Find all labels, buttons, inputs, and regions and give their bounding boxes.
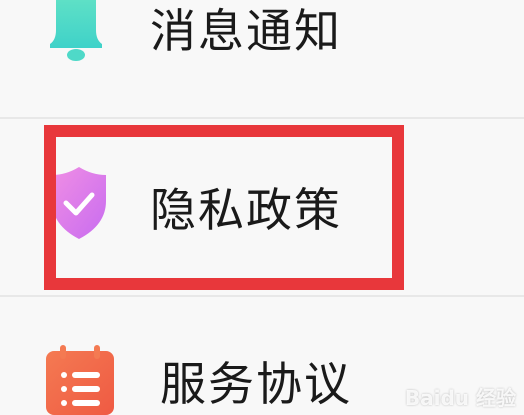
settings-menu-page: 消息通知 隐私政策 服务协议 Baidu 经验 — [0, 0, 524, 415]
bell-icon — [50, 0, 102, 61]
watermark: Baidu 经验 — [404, 386, 516, 410]
document-list-icon — [46, 345, 114, 415]
menu-item-label: 消息通知 — [150, 4, 342, 58]
menu-item-label: 服务协议 — [160, 357, 352, 411]
highlight-box — [44, 125, 404, 290]
menu-item-notifications[interactable]: 消息通知 — [0, 0, 524, 117]
